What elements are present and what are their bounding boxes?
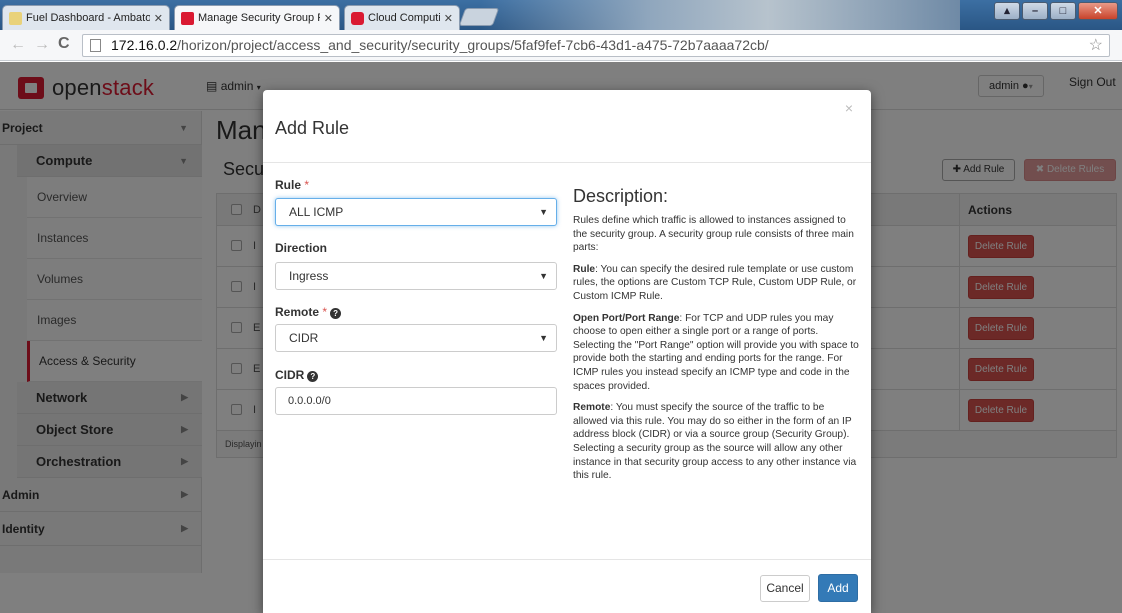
openstack-favicon-icon <box>181 11 194 25</box>
remote-label: Remote *? <box>275 305 342 319</box>
rule-select[interactable]: ALL ICMP ▼ <box>275 198 557 226</box>
close-tab-icon[interactable]: ✕ <box>154 12 163 25</box>
address-bar: ← → C 172.16.0.2/horizon/project/access_… <box>0 30 1122 61</box>
horizon-page: openstack ▤ admin ▾ admin ●▾ Sign Out Pr… <box>0 62 1122 613</box>
remote-select[interactable]: CIDR ▼ <box>275 324 557 352</box>
close-tab-icon[interactable]: ✕ <box>324 12 333 25</box>
direction-select[interactable]: Ingress ▼ <box>275 262 557 290</box>
browser-tab-cloud-computing[interactable]: Cloud Computing - Open ✕ <box>344 5 460 30</box>
forward-arrow-icon[interactable]: → <box>34 36 50 54</box>
description-remote: Remote: You must specify the source of t… <box>573 402 857 482</box>
add-rule-modal: Add Rule × Rule * ALL ICMP ▼ Direction I… <box>263 90 871 613</box>
dropdown-arrow-icon: ▼ <box>539 271 548 281</box>
add-button[interactable]: Add <box>818 574 858 602</box>
description-intro: Rules define which traffic is allowed to… <box>573 215 854 254</box>
description-rule: Rule: You can specify the desired rule t… <box>573 263 857 302</box>
back-arrow-icon[interactable]: ← <box>10 36 26 54</box>
rule-description: Description: Rules define which traffic … <box>573 186 861 491</box>
cidr-label: CIDR? <box>275 368 319 382</box>
browser-tab-strip: Fuel Dashboard - Ambato ✕ Manage Securit… <box>0 0 1122 30</box>
new-tab-button[interactable] <box>458 8 500 26</box>
window-controls: ▴ – □ ✕ <box>994 2 1118 20</box>
dropdown-arrow-icon: ▼ <box>539 207 548 217</box>
bookmark-star-icon[interactable]: ☆ <box>1089 35 1103 56</box>
window-close-icon[interactable]: ✕ <box>1078 2 1118 20</box>
youtube-favicon-icon <box>351 11 364 25</box>
fuel-favicon-icon <box>9 11 22 25</box>
cidr-input[interactable]: 0.0.0.0/0 <box>275 387 557 415</box>
description-port-range: Open Port/Port Range: For TCP and UDP ru… <box>573 312 859 392</box>
maximize-icon[interactable]: □ <box>1050 2 1076 20</box>
window-settings-icon[interactable]: ▴ <box>994 2 1020 20</box>
description-heading: Description: <box>573 186 669 206</box>
rule-label: Rule * <box>275 178 310 192</box>
page-icon <box>90 39 101 52</box>
modal-header: Add Rule × <box>263 90 871 163</box>
url-input[interactable]: 172.16.0.2/horizon/project/access_and_se… <box>82 34 1110 57</box>
dropdown-arrow-icon: ▼ <box>539 333 548 343</box>
browser-tab-fuel-dashboard[interactable]: Fuel Dashboard - Ambato ✕ <box>2 5 170 30</box>
help-icon[interactable]: ? <box>307 371 319 382</box>
browser-tab-manage-security-group[interactable]: Manage Security Group R ✕ <box>174 5 340 30</box>
cancel-button[interactable]: Cancel <box>760 575 810 602</box>
direction-label: Direction <box>275 241 328 255</box>
reload-icon[interactable]: C <box>58 35 70 53</box>
minimize-icon[interactable]: – <box>1022 2 1048 20</box>
close-icon[interactable]: × <box>845 100 853 116</box>
modal-footer: Cancel Add <box>263 559 871 613</box>
close-tab-icon[interactable]: ✕ <box>444 12 453 25</box>
modal-title: Add Rule <box>275 118 350 138</box>
help-icon[interactable]: ? <box>330 308 342 319</box>
